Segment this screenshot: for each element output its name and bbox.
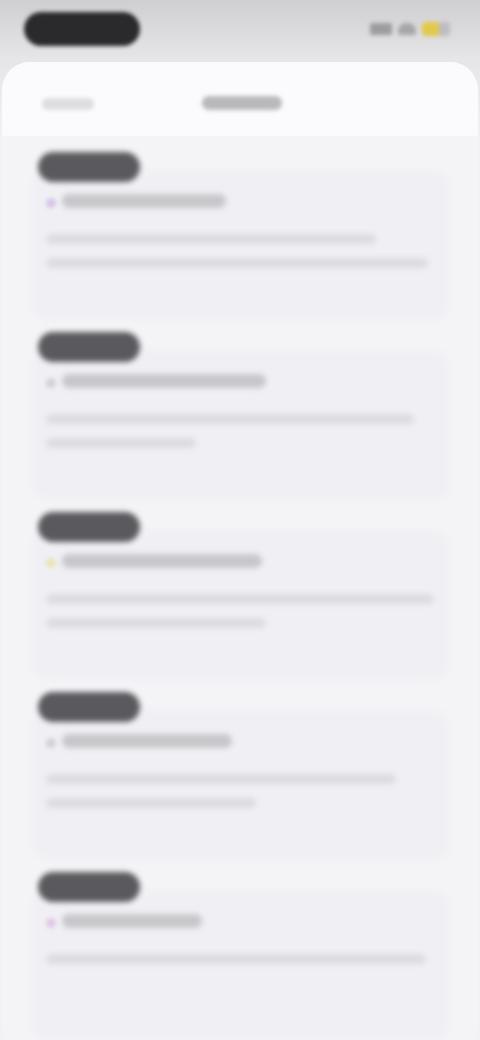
list-item[interactable] (2, 692, 478, 872)
list-item[interactable] (2, 512, 478, 692)
entry-card[interactable] (32, 710, 450, 860)
nav-bar (2, 62, 478, 136)
entry-date-badge (38, 152, 140, 182)
category-dot-icon (46, 918, 56, 928)
nav-back-button[interactable] (42, 98, 94, 110)
entry-date-badge (38, 332, 140, 362)
entry-text-line (46, 438, 196, 448)
entry-title (62, 914, 202, 928)
page-title (202, 96, 282, 110)
list-item[interactable] (2, 872, 478, 1040)
category-dot-icon (46, 198, 56, 208)
category-dot-icon (46, 378, 56, 388)
entry-text-line (46, 234, 376, 244)
entry-date-badge (38, 692, 140, 722)
battery-icon (422, 22, 450, 36)
list-item[interactable] (2, 152, 478, 332)
status-time (24, 12, 140, 46)
entry-title (62, 734, 232, 748)
entry-text-line (46, 618, 266, 628)
wifi-icon (398, 23, 416, 35)
entry-text-line (46, 798, 256, 808)
entry-text-line (46, 258, 428, 268)
entry-title (62, 194, 226, 208)
status-icons (354, 20, 450, 38)
category-dot-icon (46, 738, 56, 748)
status-bar (0, 0, 480, 60)
entry-text-line (46, 774, 396, 784)
entry-title (62, 554, 262, 568)
app-screen (0, 0, 480, 1040)
modal-sheet (2, 62, 478, 1040)
entry-date-badge (38, 512, 140, 542)
entry-text-line (46, 594, 434, 604)
entry-title (62, 374, 266, 388)
signal-icon (370, 23, 392, 35)
entry-card[interactable] (32, 170, 450, 320)
entry-card[interactable] (32, 350, 450, 500)
entry-text-line (46, 414, 414, 424)
category-dot-icon (46, 558, 56, 568)
list-item[interactable] (2, 332, 478, 512)
entry-text-line (46, 954, 426, 964)
entry-date-badge (38, 872, 140, 902)
entry-card[interactable] (32, 530, 450, 680)
entry-card[interactable] (32, 890, 450, 1040)
